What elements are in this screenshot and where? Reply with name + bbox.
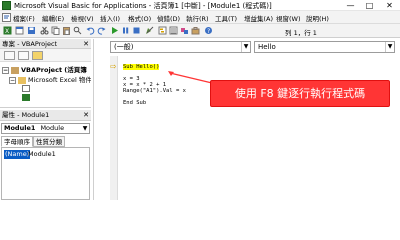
project-explorer-close-icon[interactable]: ✕ [83, 39, 89, 49]
folder-icon [18, 76, 26, 84]
view-object-button[interactable] [18, 51, 29, 60]
toolbox-icon[interactable] [191, 26, 200, 35]
menu-window[interactable]: 視窗(W) [276, 13, 301, 23]
project-explorer-icon[interactable] [158, 26, 167, 35]
tree-item-vbaproject[interactable]: − VBAProject (活頁簿 [2, 64, 87, 74]
undo-icon[interactable] [86, 26, 95, 35]
menu-edit[interactable]: 編輯(E) [42, 13, 64, 23]
cut-icon[interactable] [40, 26, 49, 35]
svg-text:?: ? [207, 28, 210, 35]
procedure-combo-value: Hello [258, 43, 276, 51]
restore-button[interactable]: □ [362, 0, 377, 11]
menu-insert[interactable]: 插入(I) [100, 13, 120, 23]
standard-toolbar: X ? 列 1，行 1 [0, 24, 400, 38]
vba-code-icon [2, 13, 11, 22]
copy-icon[interactable] [51, 26, 60, 35]
tab-alphabetic[interactable]: 字母順序 [1, 136, 33, 147]
toggle-folders-button[interactable] [32, 51, 43, 60]
properties-grid: (Name) Module1 [1, 147, 90, 200]
project-explorer-title: 專案 - VBAProject [2, 40, 58, 48]
menu-view[interactable]: 檢視(V) [71, 13, 94, 23]
help-icon[interactable]: ? [204, 26, 213, 35]
property-row[interactable]: (Name) Module1 [2, 150, 89, 159]
code-line[interactable]: End Sub [123, 100, 146, 106]
insert-module-icon[interactable] [15, 26, 24, 35]
properties-header: 屬性 - Module1 ✕ [0, 110, 91, 121]
tree-item-label: VBAProject (活頁簿 [21, 66, 87, 74]
reset-icon[interactable] [132, 26, 141, 35]
close-button[interactable]: ✕ [382, 0, 397, 11]
tree-item-excel-objects[interactable]: − Microsoft Excel 物件 [9, 74, 91, 84]
properties-icon[interactable] [169, 26, 178, 35]
workbook-icon [22, 93, 30, 101]
title-bar: Microsoft Visual Basic for Applications … [0, 0, 400, 11]
chevron-down-icon[interactable]: ▼ [81, 124, 89, 133]
properties-close-icon[interactable]: ✕ [83, 110, 89, 121]
find-icon[interactable] [73, 26, 82, 35]
menu-debug[interactable]: 偵錯(D) [157, 13, 180, 23]
project-icon [11, 66, 19, 74]
combo-object-type: Module [40, 124, 65, 132]
property-name: (Name) [4, 150, 31, 159]
view-code-button[interactable] [4, 51, 15, 60]
callout-annotation: 使用 F8 鍵逐行執行程式碼 [210, 80, 390, 107]
combo-object-name: Module1 [4, 124, 36, 132]
project-explorer-header: 專案 - VBAProject ✕ [0, 39, 91, 49]
properties-object-combo[interactable]: Module1 Module ▼ [1, 123, 90, 134]
tree-item-sheet[interactable] [20, 84, 32, 92]
design-mode-icon[interactable] [145, 26, 154, 35]
chevron-down-icon[interactable]: ▼ [241, 42, 250, 52]
callout-pointer [168, 71, 213, 84]
chevron-down-icon[interactable]: ▼ [385, 42, 394, 52]
menu-addins[interactable]: 增益集(A) [244, 13, 273, 23]
excel-view-icon[interactable]: X [3, 26, 12, 35]
menu-file[interactable]: 檔案(F) [13, 13, 35, 23]
minimize-button[interactable]: — [343, 0, 358, 11]
menu-bar: 檔案(F) 編輯(E) 檢視(V) 插入(I) 格式(O) 偵錯(D) 執行(R… [0, 11, 400, 24]
property-value[interactable]: Module1 [28, 150, 56, 159]
properties-tabs: 字母順序 性質分類 [1, 136, 90, 147]
properties-title: 屬性 - Module1 [2, 111, 50, 119]
svg-text:X: X [5, 28, 9, 35]
cursor-position-status: 列 1，行 1 [285, 29, 317, 37]
redo-icon[interactable] [97, 26, 106, 35]
project-explorer-toolbar [0, 49, 91, 62]
paste-icon[interactable] [62, 26, 71, 35]
procedure-combo[interactable]: Hello ▼ [254, 41, 395, 53]
tree-item-workbook[interactable] [20, 93, 32, 101]
excel-app-icon [2, 1, 11, 10]
object-browser-icon[interactable] [180, 26, 189, 35]
menu-format[interactable]: 格式(O) [128, 13, 151, 23]
run-icon[interactable] [110, 26, 119, 35]
collapse-icon[interactable]: − [9, 76, 16, 84]
tree-item-label: Microsoft Excel 物件 [28, 76, 91, 84]
menu-help[interactable]: 說明(H) [306, 13, 329, 23]
code-margin[interactable] [110, 56, 118, 200]
menu-run[interactable]: 執行(R) [186, 13, 209, 23]
execution-arrow-icon: ⇨ [110, 62, 117, 71]
window-title: Microsoft Visual Basic for Applications … [14, 2, 272, 10]
break-icon[interactable] [121, 26, 130, 35]
project-tree: − VBAProject (活頁簿 − Microsoft Excel 物件 [0, 62, 91, 108]
menu-tools[interactable]: 工具(T) [215, 13, 237, 23]
object-combo-value: (一般) [114, 43, 134, 51]
tab-categorized[interactable]: 性質分類 [33, 136, 65, 147]
collapse-icon[interactable]: − [2, 66, 9, 74]
code-line-current[interactable]: Sub Hello() [123, 64, 160, 70]
sheet-icon [22, 84, 30, 92]
save-icon[interactable] [27, 26, 36, 35]
code-line[interactable]: Range("A1").Val = x [123, 88, 186, 94]
object-combo[interactable]: (一般) ▼ [110, 41, 251, 53]
